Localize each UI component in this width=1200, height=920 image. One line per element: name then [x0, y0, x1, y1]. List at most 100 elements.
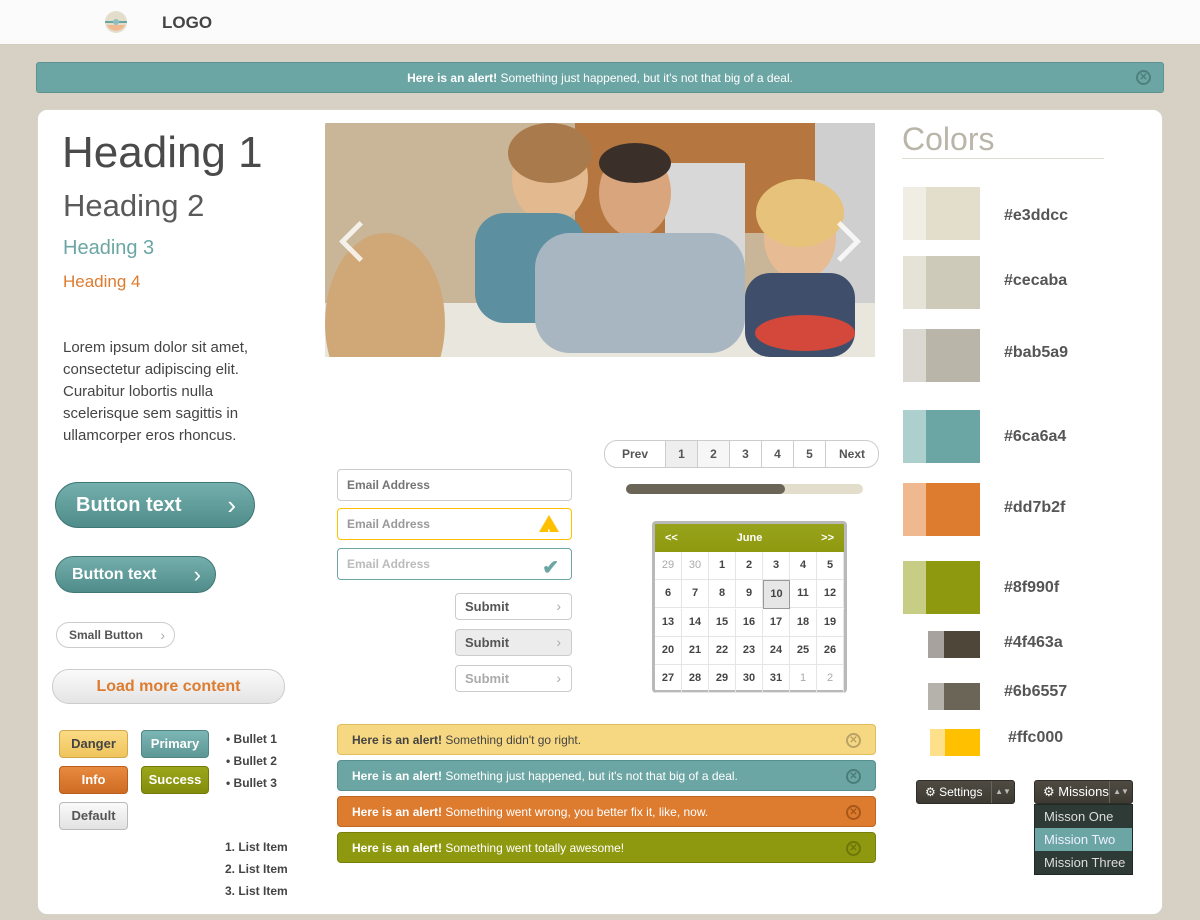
- list-item: 2. List Item: [225, 862, 288, 876]
- family-photo: [325, 123, 875, 357]
- calendar-day[interactable]: 1: [709, 552, 736, 580]
- primary-tag[interactable]: Primary: [141, 730, 209, 758]
- calendar-day[interactable]: 10: [763, 580, 790, 609]
- menu-item[interactable]: Mission Three: [1035, 851, 1132, 874]
- logo-icon[interactable]: [104, 10, 128, 34]
- color-swatch: [903, 329, 980, 382]
- calendar-month: June: [736, 532, 763, 544]
- calendar-day[interactable]: 15: [709, 609, 736, 637]
- calendar-day[interactable]: 8: [709, 580, 736, 608]
- warning-icon: !: [539, 515, 559, 540]
- calendar-day[interactable]: 2: [817, 665, 844, 693]
- logo-text[interactable]: LOGO: [162, 13, 212, 33]
- calendar-day[interactable]: 28: [682, 665, 709, 693]
- menu-item[interactable]: Misson One: [1035, 805, 1132, 828]
- menu-item-active[interactable]: Mission Two: [1035, 828, 1132, 851]
- calendar-day[interactable]: 20: [655, 637, 682, 665]
- image-carousel[interactable]: [325, 123, 875, 357]
- large-button[interactable]: Button text ›: [55, 482, 255, 528]
- calendar-day[interactable]: 1: [790, 665, 817, 693]
- calendar-day[interactable]: 5: [817, 552, 844, 580]
- calendar-day[interactable]: 30: [736, 665, 763, 693]
- submit-button-hover[interactable]: Submit ›: [455, 629, 572, 656]
- calendar-day[interactable]: 11: [790, 580, 817, 608]
- alert-text: Something didn't go right.: [442, 733, 582, 747]
- calendar-day[interactable]: 12: [817, 580, 844, 608]
- calendar-day[interactable]: 22: [709, 637, 736, 665]
- heading-3: Heading 3: [63, 237, 155, 259]
- calendar-day[interactable]: 30: [682, 552, 709, 580]
- calendar-day[interactable]: 26: [817, 637, 844, 665]
- calendar-day[interactable]: 6: [655, 580, 682, 608]
- close-icon[interactable]: ✕: [1136, 70, 1151, 85]
- calendar-day[interactable]: 25: [790, 637, 817, 665]
- calendar-day[interactable]: 24: [763, 637, 790, 665]
- calendar-day[interactable]: 29: [655, 552, 682, 580]
- calendar-day[interactable]: 19: [817, 609, 844, 637]
- list-item: • Bullet 3: [226, 776, 277, 790]
- chevron-right-icon: ›: [556, 598, 561, 614]
- email-field-placeholder: Email Address: [347, 517, 430, 531]
- pagination-page-current[interactable]: 2: [698, 441, 730, 467]
- alert-strong: Here is an alert!: [352, 841, 443, 855]
- submit-button-label: Submit: [465, 671, 510, 686]
- calendar-day[interactable]: 18: [790, 609, 817, 637]
- submit-button-label: Submit: [465, 635, 510, 650]
- calendar: << June >> 29 30 1 2 3 4 5 6 7 8 9 10 11 12 13 14 15 16 17…: [652, 521, 847, 693]
- calendar-day[interactable]: 31: [763, 665, 790, 693]
- pagination-prev[interactable]: Prev: [605, 441, 666, 467]
- pagination-page[interactable]: 5: [794, 441, 826, 467]
- calendar-day[interactable]: 27: [655, 665, 682, 693]
- heading-2: Heading 2: [63, 188, 205, 223]
- success-tag[interactable]: Success: [141, 766, 209, 794]
- settings-dropdown[interactable]: ⚙ Settings ▲▼: [916, 780, 1015, 804]
- calendar-day[interactable]: 23: [736, 637, 763, 665]
- close-icon[interactable]: ✕: [846, 769, 861, 784]
- large-button-label: Button text: [76, 494, 182, 516]
- pagination-page[interactable]: 1: [666, 441, 698, 467]
- color-hex-label: #dd7b2f: [1004, 499, 1066, 516]
- color-swatch: [928, 631, 980, 658]
- calendar-day[interactable]: 4: [790, 552, 817, 580]
- checkmark-icon: ✔: [542, 557, 559, 579]
- close-icon[interactable]: ✕: [846, 733, 861, 748]
- calendar-day[interactable]: 7: [682, 580, 709, 608]
- chevron-right-icon: ›: [556, 670, 561, 686]
- top-alert: Here is an alert! Something just happene…: [36, 62, 1164, 93]
- danger-tag[interactable]: Danger: [59, 730, 128, 758]
- pagination: Prev 1 2 3 4 5 Next: [604, 440, 879, 468]
- info-tag[interactable]: Info: [59, 766, 128, 794]
- calendar-day[interactable]: 29: [709, 665, 736, 693]
- calendar-prev-button[interactable]: <<: [665, 524, 678, 552]
- color-swatch: [903, 483, 980, 536]
- calendar-day[interactable]: 14: [682, 609, 709, 637]
- pagination-page[interactable]: 3: [730, 441, 762, 467]
- email-field-success[interactable]: Email Address ✔: [337, 548, 572, 580]
- calendar-day[interactable]: 9: [736, 580, 763, 608]
- calendar-day[interactable]: 21: [682, 637, 709, 665]
- medium-button[interactable]: Button text ›: [55, 556, 216, 593]
- color-swatch: [903, 256, 980, 309]
- close-icon[interactable]: ✕: [846, 805, 861, 820]
- close-icon[interactable]: ✕: [846, 841, 861, 856]
- small-button[interactable]: Small Button ›: [56, 622, 175, 648]
- load-more-button[interactable]: Load more content: [52, 669, 285, 704]
- pagination-next[interactable]: Next: [826, 441, 878, 467]
- missions-dropdown[interactable]: ⚙ Missions ▲▼: [1034, 780, 1133, 804]
- calendar-day[interactable]: 17: [763, 609, 790, 637]
- calendar-day[interactable]: 3: [763, 552, 790, 580]
- calendar-day[interactable]: 2: [736, 552, 763, 580]
- calendar-day[interactable]: 13: [655, 609, 682, 637]
- heading-1: Heading 1: [62, 128, 263, 177]
- submit-button-disabled[interactable]: Submit ›: [455, 665, 572, 692]
- calendar-day[interactable]: 16: [736, 609, 763, 637]
- email-field-warning[interactable]: Email Address !: [337, 508, 572, 540]
- color-swatch: [930, 729, 980, 756]
- calendar-next-button[interactable]: >>: [821, 524, 834, 552]
- submit-button[interactable]: Submit ›: [455, 593, 572, 620]
- email-field[interactable]: [337, 469, 572, 501]
- color-hex-label: #6ca6a4: [1004, 428, 1067, 445]
- list-item: • Bullet 1: [226, 732, 277, 746]
- pagination-page[interactable]: 4: [762, 441, 794, 467]
- default-tag[interactable]: Default: [59, 802, 128, 830]
